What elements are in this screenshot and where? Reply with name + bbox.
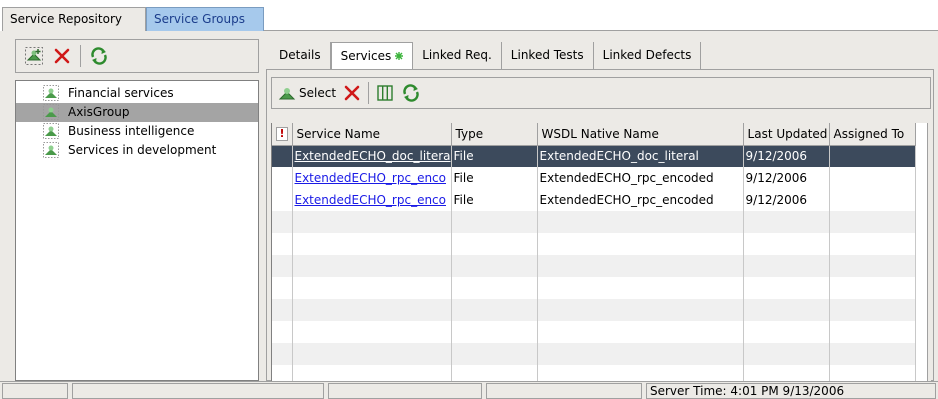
services-grid: ! Service Name Type WSDL Native Name Las… (271, 123, 929, 382)
services-panel: Select ! Service Name Type WSDL Native N… (266, 69, 934, 382)
tab-services[interactable]: Services (330, 42, 414, 70)
type-cell: File (451, 189, 538, 211)
toolbar-separator (80, 45, 81, 67)
service-icon (278, 84, 296, 102)
tab-services-label: Services (340, 49, 392, 63)
assigned-to-cell (829, 145, 916, 167)
main-frame: Financial services AxisGroup Business in… (0, 31, 938, 382)
tree-item-axisgroup[interactable]: AxisGroup (16, 103, 258, 122)
vertical-scrollbar[interactable] (927, 123, 931, 382)
column-header-wsdl-native-name[interactable]: WSDL Native Name (537, 123, 744, 146)
tree-item-services-in-development[interactable]: Services in development (16, 141, 258, 160)
tree-item-label: Services in development (68, 143, 217, 157)
service-group-icon (43, 104, 59, 120)
services-toolbar: Select (271, 77, 931, 109)
refresh-icon[interactable] (401, 83, 421, 103)
flag-cell (272, 167, 293, 189)
asterisk-icon (395, 43, 404, 60)
service-groups-tree: Financial services AxisGroup Business in… (15, 80, 259, 381)
tab-linked-tests[interactable]: Linked Tests (502, 42, 594, 70)
status-cell-1 (2, 383, 68, 399)
empty-row (272, 277, 916, 299)
table-row[interactable]: ExtendedECHO_doc_litera File ExtendedECH… (272, 145, 916, 167)
tab-linked-defects[interactable]: Linked Defects (594, 42, 702, 70)
toolbar-separator (368, 82, 370, 104)
service-group-icon (43, 123, 59, 139)
flag-cell (272, 189, 293, 211)
table-row[interactable]: ExtendedECHO_rpc_enco File ExtendedECHO_… (272, 167, 916, 189)
column-header-service-name[interactable]: Service Name (292, 123, 452, 146)
empty-row (272, 255, 916, 277)
last-updated-cell: 9/12/2006 (743, 145, 830, 167)
tree-item-label: AxisGroup (68, 105, 130, 119)
status-cell-2 (72, 383, 324, 399)
flag-cell (272, 145, 293, 167)
columns-icon[interactable] (375, 83, 395, 103)
empty-row (272, 343, 916, 365)
remove-icon[interactable] (342, 83, 362, 103)
service-group-icon (43, 142, 59, 158)
wsdl-name-cell: ExtendedECHO_doc_literal (537, 145, 744, 167)
service-group-icon (43, 85, 59, 101)
refresh-icon[interactable] (89, 46, 109, 66)
groups-toolbar (15, 39, 259, 73)
table-header-row: ! Service Name Type WSDL Native Name Las… (272, 123, 916, 146)
type-cell: File (451, 145, 538, 167)
tree-item-label: Financial services (68, 86, 174, 100)
detail-tabs: Details Services Linked Req. Linked Test… (270, 42, 702, 70)
table-row[interactable]: ExtendedECHO_rpc_enco File ExtendedECHO_… (272, 189, 916, 211)
flag-column-header[interactable]: ! (272, 123, 293, 146)
service-name-link[interactable]: ExtendedECHO_rpc_enco (295, 171, 447, 185)
empty-row (272, 299, 916, 321)
services-table: ! Service Name Type WSDL Native Name Las… (272, 123, 916, 382)
column-header-assigned-to[interactable]: Assigned To (829, 123, 916, 146)
column-header-type[interactable]: Type (451, 123, 538, 146)
status-cell-3 (328, 383, 482, 399)
new-group-icon[interactable] (24, 46, 44, 66)
column-header-last-updated[interactable]: Last Updated (743, 123, 830, 146)
tree-item-financial-services[interactable]: Financial services (16, 84, 258, 103)
wsdl-name-cell: ExtendedECHO_rpc_encoded (537, 167, 744, 189)
wsdl-name-cell: ExtendedECHO_rpc_encoded (537, 189, 744, 211)
empty-row (272, 211, 916, 233)
server-time-status: Server Time: 4:01 PM 9/13/2006 (646, 383, 936, 399)
tree-item-business-intelligence[interactable]: Business intelligence (16, 122, 258, 141)
empty-row (272, 365, 916, 382)
service-name-link[interactable]: ExtendedECHO_doc_litera (295, 149, 451, 163)
last-updated-cell: 9/12/2006 (743, 167, 830, 189)
empty-row (272, 321, 916, 343)
top-tab-strip: Service Repository Service Groups (0, 0, 938, 31)
type-cell: File (451, 167, 538, 189)
assigned-to-cell (829, 167, 916, 189)
last-updated-cell: 9/12/2006 (743, 189, 830, 211)
empty-row (272, 233, 916, 255)
delete-icon[interactable] (52, 46, 72, 66)
select-label: Select (299, 86, 337, 100)
tab-service-groups[interactable]: Service Groups (146, 7, 264, 31)
status-cell-4 (486, 383, 642, 399)
tab-details[interactable]: Details (270, 42, 331, 70)
service-name-link[interactable]: ExtendedECHO_rpc_enco (295, 193, 447, 207)
tab-linked-req[interactable]: Linked Req. (413, 42, 502, 70)
select-button[interactable]: Select (278, 84, 336, 102)
status-bar: Server Time: 4:01 PM 9/13/2006 (0, 381, 938, 399)
tree-item-label: Business intelligence (68, 124, 195, 138)
tab-service-repository[interactable]: Service Repository (2, 7, 146, 31)
assigned-to-cell (829, 189, 916, 211)
